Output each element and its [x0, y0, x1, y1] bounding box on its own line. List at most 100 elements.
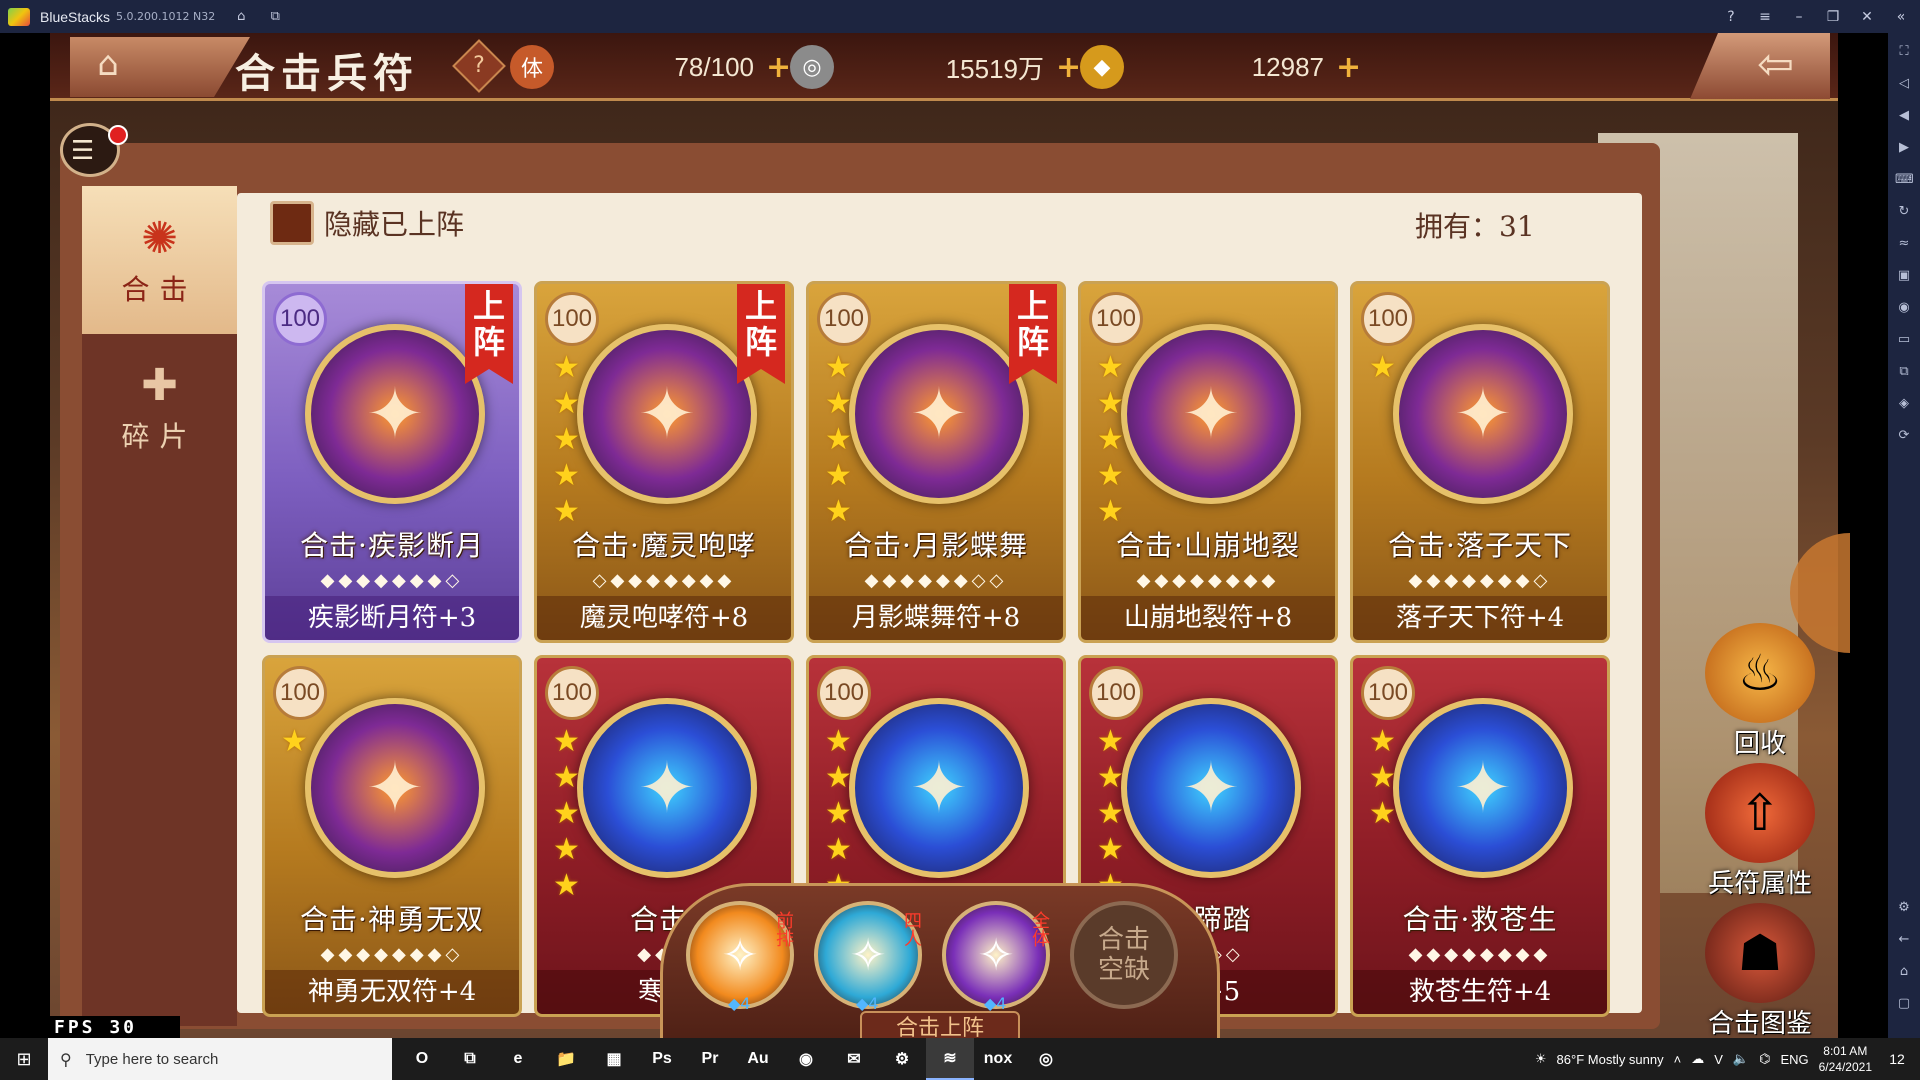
menu-icon[interactable]: ≡ — [1756, 9, 1774, 25]
settings-icon[interactable]: ⚙ — [1895, 899, 1913, 917]
combo-card[interactable]: ✦ 100 ★ 合击·落子天下 ◆◆◆◆◆◆◆◇ 落子天下符+4 — [1350, 281, 1610, 643]
add-gold-button[interactable]: + — [1336, 50, 1361, 85]
add-silver-button[interactable]: + — [1056, 50, 1081, 85]
record-icon[interactable]: ◉ — [1895, 299, 1913, 317]
combo-card[interactable]: ✦ 100 ★ ★ ★ 合击·救苍生 ◆◆◆◆◆◆◆◆ 救苍生符+4 — [1350, 655, 1610, 1017]
network-icon[interactable]: ⌬ — [1759, 1051, 1770, 1067]
keyboard-icon[interactable]: ⌨ — [1895, 171, 1914, 189]
card-level: 100 — [273, 292, 327, 346]
codex-button[interactable]: ☗ 合击图鉴 — [1690, 903, 1830, 1038]
premiere-icon[interactable]: Pr — [686, 1038, 734, 1080]
pavilion-home-icon[interactable]: ⌂ — [80, 47, 136, 81]
record-app-icon[interactable]: ◉ — [782, 1038, 830, 1080]
card-stars: ★ — [1369, 350, 1396, 386]
multi-instance-icon[interactable]: ⧉ — [267, 9, 283, 25]
card-stars: ★ ★ ★ — [1369, 724, 1396, 832]
clock[interactable]: 8:01 AM 6/24/2021 — [1819, 1043, 1872, 1075]
card-upgrade-pips: ◆◆◆◆◆◆◇◇ — [864, 570, 1008, 591]
emblem-icon: ✦ — [365, 373, 425, 455]
back-button[interactable]: ⇦ — [1690, 33, 1830, 99]
combo-card[interactable]: ✦ 100 ★ ★ ★ ★ ★ 上阵 合击·魔灵咆哮 ◇◆◆◆◆◆◆◆ 魔灵咆哮符+8 — [534, 281, 794, 643]
task-view-icon[interactable]: ⧉ — [446, 1038, 494, 1080]
card-level: 100 — [1361, 292, 1415, 346]
collapse-sidebar-icon[interactable]: « — [1892, 9, 1910, 25]
home-nav-icon[interactable]: ⌂ — [1895, 963, 1913, 981]
emblem-icon: ✦ — [1181, 747, 1241, 829]
combo-card[interactable]: ✦ 100 ★ ★ ★ ★ ★ 上阵 合击·月影蝶舞 ◆◆◆◆◆◆◇◇ 月影蝶舞符+8 — [806, 281, 1066, 643]
sync-icon[interactable]: ⟳ — [1895, 427, 1913, 445]
star-icon: ★ — [553, 760, 580, 795]
home-icon[interactable]: ⌂ — [233, 9, 249, 25]
combo-card[interactable]: ✦ 100 ★ ★ ★ ★ ★ 合击·山崩地裂 ◆◆◆◆◆◆◆◆ 山崩地裂符+8 — [1078, 281, 1338, 643]
antivirus-icon[interactable]: V — [1714, 1052, 1723, 1067]
lineup-slot[interactable]: ✧ 前排 ◆4 — [686, 901, 794, 1013]
star-icon: ★ — [1097, 350, 1124, 385]
slot-gem-count: ◆4 — [728, 994, 751, 1013]
card-stars: ★★★★★ — [825, 724, 852, 904]
tray-chevron-icon[interactable]: ˄ — [1674, 1052, 1682, 1067]
help-icon[interactable]: ? — [1722, 9, 1740, 25]
volume-up-icon[interactable]: ◁ — [1895, 75, 1913, 93]
lineup-slot-empty[interactable]: 合击空缺 — [1070, 901, 1178, 1009]
minimize-icon[interactable]: – — [1790, 9, 1808, 25]
hide-deployed-checkbox[interactable] — [270, 201, 314, 245]
lineup-slot[interactable]: ✧ 四人 ◆4 — [814, 901, 922, 1013]
chrome-icon[interactable]: ◎ — [1022, 1038, 1070, 1080]
weather-icon: ☀ — [1534, 1051, 1547, 1066]
card-upgrade-pips: ◆◆◆◆◆◆◆◇ — [320, 570, 464, 591]
cortana-icon[interactable]: O — [398, 1038, 446, 1080]
back-nav-icon[interactable]: ← — [1895, 931, 1913, 949]
star-icon: ★ — [553, 422, 580, 457]
rotate-icon[interactable]: ↻ — [1895, 203, 1913, 221]
photoshop-icon[interactable]: Ps — [638, 1038, 686, 1080]
codex-icon: ☗ — [1705, 903, 1815, 1003]
recycle-button[interactable]: ♨ 回收 — [1690, 623, 1830, 760]
notification-center-icon[interactable]: 12 — [1882, 1044, 1912, 1074]
tab-fragments[interactable]: ✚ 碎片 — [82, 333, 237, 481]
restore-icon[interactable]: ❐ — [1824, 9, 1842, 25]
combo-card[interactable]: ✦ 100 上阵 合击·疾影断月 ◆◆◆◆◆◆◆◇ 疾影断月符+3 — [262, 281, 522, 643]
recent-apps-icon[interactable]: ▢ — [1895, 995, 1913, 1013]
silver-resource: ◎ 15519万 + — [790, 45, 1081, 89]
close-icon[interactable]: ✕ — [1858, 9, 1876, 25]
audition-icon[interactable]: Au — [734, 1038, 782, 1080]
fullscreen-icon[interactable]: ⛶ — [1895, 43, 1913, 61]
folder-icon[interactable]: ▭ — [1895, 331, 1913, 349]
edge-icon[interactable]: e — [494, 1038, 542, 1080]
add-stamina-button[interactable]: + — [766, 50, 791, 85]
tab-combo[interactable]: ✺ 合击 — [82, 186, 237, 334]
copy-icon[interactable]: ⧉ — [1895, 363, 1913, 381]
cloud-icon[interactable]: ☁ — [1691, 1051, 1704, 1067]
star-icon: ★ — [553, 386, 580, 421]
emblem-icon: ✦ — [909, 373, 969, 455]
screenshot-icon[interactable]: ▣ — [1895, 267, 1913, 285]
windows-start-icon[interactable]: ⊞ — [0, 1038, 48, 1080]
star-icon: ★ — [1369, 760, 1396, 795]
star-icon: ★ — [553, 796, 580, 831]
attributes-button[interactable]: ⇧ 兵符属性 — [1690, 763, 1830, 900]
app-version: 5.0.200.1012 N32 — [116, 10, 216, 23]
weather-text[interactable]: 86°F Mostly sunny — [1557, 1052, 1664, 1067]
file-explorer-icon[interactable]: 📁 — [542, 1038, 590, 1080]
help-button[interactable]: ? — [452, 39, 506, 93]
emblem-icon: ✦ — [637, 373, 697, 455]
gold-ingot-icon: ◆ — [1080, 45, 1124, 89]
speaker-icon[interactable]: 🔈 — [1733, 1051, 1749, 1067]
media-icon[interactable]: ▶ — [1895, 139, 1913, 157]
messenger-icon[interactable]: ✉ — [830, 1038, 878, 1080]
lineup-slot[interactable]: ✧ 全体 ◆4 — [942, 901, 1050, 1013]
deployed-badge: 上阵 — [737, 284, 785, 384]
star-icon: ★ — [553, 832, 580, 867]
taskbar-search[interactable]: ⚲ Type here to search — [48, 1038, 392, 1080]
combo-card[interactable]: ✦ 100 ★ 合击·神勇无双 ◆◆◆◆◆◆◆◇ 神勇无双符+4 — [262, 655, 522, 1017]
store-icon[interactable]: ▦ — [590, 1038, 638, 1080]
volume-down-icon[interactable]: ◀ — [1895, 107, 1913, 125]
hide-deployed-toggle[interactable]: 隐藏已上阵 — [270, 201, 464, 245]
shake-icon[interactable]: ≈ — [1895, 235, 1913, 253]
language-indicator[interactable]: ENG — [1780, 1052, 1808, 1067]
upgrade-arrow-icon: ⇧ — [1705, 763, 1815, 863]
steam-icon[interactable]: ⚙ — [878, 1038, 926, 1080]
layers-icon[interactable]: ◈ — [1895, 395, 1913, 413]
nox-icon[interactable]: nox — [974, 1038, 1022, 1080]
bluestacks-taskbar-icon[interactable]: ≋ — [926, 1038, 974, 1080]
